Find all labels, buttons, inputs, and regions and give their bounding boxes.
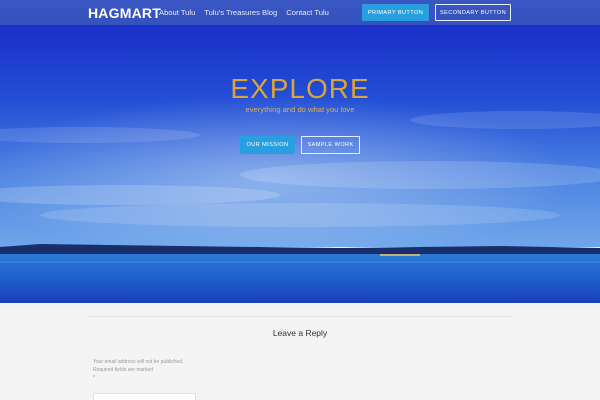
- hero-background-image: [0, 25, 600, 303]
- comment-input[interactable]: [93, 393, 196, 400]
- email-privacy-note: Your email address will not be published…: [93, 359, 184, 365]
- content-divider: [88, 316, 512, 317]
- site-header: HAGMART About Tulu Tulu's Treasures Blog…: [0, 0, 600, 25]
- hero-subtitle: everything and do what you love: [245, 105, 355, 114]
- nav-item-blog[interactable]: Tulu's Treasures Blog: [204, 8, 277, 17]
- our-mission-button[interactable]: OUR MISSION: [240, 136, 295, 154]
- required-fields-note: Required fields are marked: [93, 367, 154, 373]
- leave-reply-heading: Leave a Reply: [272, 328, 328, 338]
- required-star: *: [93, 375, 95, 381]
- hero-title: EXPLORE: [230, 73, 370, 104]
- main-nav: About Tulu Tulu's Treasures Blog Contact…: [159, 8, 329, 17]
- primary-button[interactable]: PRIMARY BUTTON: [362, 4, 429, 21]
- secondary-button[interactable]: SECONDARY BUTTON: [435, 4, 511, 21]
- nav-item-about[interactable]: About Tulu: [159, 8, 195, 17]
- site-logo[interactable]: HAGMART: [88, 5, 161, 21]
- hero-section: EXPLORE everything and do what you love …: [0, 25, 600, 303]
- sample-work-button[interactable]: SAMPLE WORK: [301, 136, 360, 154]
- nav-item-contact[interactable]: Contact Tulu: [286, 8, 329, 17]
